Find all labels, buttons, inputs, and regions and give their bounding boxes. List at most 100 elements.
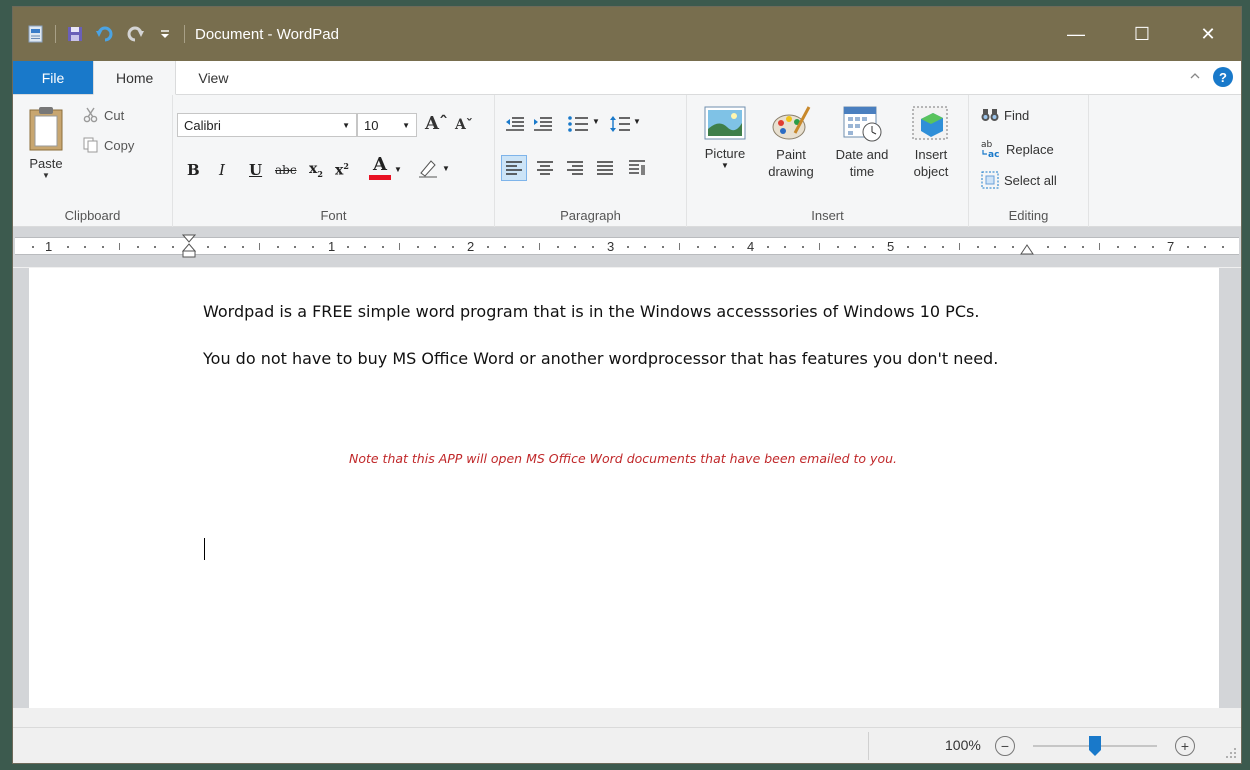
right-indent-marker[interactable] [1020, 244, 1034, 256]
subscript-icon[interactable]: x2 [309, 161, 323, 179]
insert-object-button[interactable]: Insert object [901, 103, 961, 180]
left-indent-marker[interactable] [182, 234, 196, 258]
font-size-select[interactable]: 10 ▼ [357, 113, 417, 137]
copy-icon [83, 137, 98, 153]
minimize-ribbon-chevron-icon[interactable] [1189, 70, 1201, 85]
align-right-icon[interactable] [567, 161, 583, 175]
ruler-label: 3 [607, 239, 615, 254]
ruler-dot [661, 246, 664, 248]
document-paragraph: Wordpad is a FREE simple word program th… [203, 302, 980, 321]
zoom-slider[interactable] [1033, 736, 1157, 756]
replace-button[interactable]: ab ac Replace [981, 139, 1054, 159]
ruler-dot [154, 246, 156, 248]
zoom-in-button[interactable]: + [1175, 736, 1195, 756]
ruler-tick [119, 243, 120, 250]
shrink-font-icon[interactable]: Aˇ [455, 117, 473, 133]
ruler-dot [364, 246, 366, 248]
ruler[interactable]: 1 1 2 3 4 5 7 [15, 234, 1239, 258]
text-cursor [204, 538, 205, 560]
font-group-label: Font [320, 208, 347, 223]
zoom-slider-thumb[interactable] [1089, 736, 1101, 756]
bullet-list-dropdown-icon[interactable]: ▼ [592, 117, 600, 126]
cut-label: Cut [104, 107, 125, 123]
font-group: Calibri ▼ 10 ▼ Aˆ Aˇ B I U abc x2 x2 A ▼ [173, 95, 495, 227]
title-bar: Document - WordPad — ☐ ✕ [13, 7, 1241, 61]
zoom-out-button[interactable]: − [995, 736, 1015, 756]
strikethrough-icon[interactable]: abc [275, 163, 297, 177]
insert-group: Picture ▼ Paint drawing Date and time In… [687, 95, 969, 227]
text-color-icon: A [369, 155, 391, 180]
ruler-label: 7 [1167, 239, 1175, 254]
text-color-button[interactable]: A ▼ [369, 155, 402, 180]
copy-button[interactable]: Copy [83, 137, 134, 153]
line-spacing-dropdown-icon[interactable]: ▼ [633, 117, 641, 126]
ruler-tick [819, 243, 820, 250]
justify-icon[interactable] [597, 161, 613, 175]
ruler-dot [714, 246, 716, 248]
window-title: Document - WordPad [195, 25, 339, 43]
increase-indent-icon[interactable] [533, 115, 553, 133]
picture-button[interactable]: Picture ▼ [695, 103, 755, 170]
decrease-indent-icon[interactable] [505, 115, 525, 133]
italic-icon[interactable]: I [219, 161, 225, 179]
minimize-button[interactable]: — [1043, 7, 1109, 61]
ruler-dot [906, 246, 909, 248]
help-icon[interactable]: ? [1213, 67, 1233, 87]
ruler-dot [1151, 246, 1154, 248]
replace-label: Replace [1006, 141, 1054, 157]
ruler-dot [434, 246, 436, 248]
paste-button[interactable]: Paste ▼ [23, 105, 69, 191]
customize-qat-chevron-icon[interactable] [154, 23, 176, 45]
ruler-dot [31, 246, 34, 248]
bold-icon[interactable]: B [187, 161, 200, 179]
tab-home[interactable]: Home [93, 61, 177, 95]
close-button[interactable]: ✕ [1175, 7, 1241, 61]
ruler-dot [136, 246, 139, 248]
status-separator [868, 732, 869, 760]
document-page[interactable]: Wordpad is a FREE simple word program th… [29, 268, 1219, 708]
window-controls: — ☐ ✕ [1043, 7, 1241, 61]
save-icon[interactable] [64, 23, 86, 45]
grow-font-icon[interactable]: Aˆ [425, 113, 448, 134]
ruler-dot [854, 246, 856, 248]
align-left-button[interactable] [501, 155, 527, 181]
line-spacing-icon[interactable] [609, 115, 631, 133]
maximize-button[interactable]: ☐ [1109, 7, 1175, 61]
paint-drawing-button[interactable]: Paint drawing [759, 103, 823, 180]
highlight-button[interactable]: ▼ [417, 157, 450, 179]
font-family-value: Calibri [184, 117, 221, 133]
highlighter-icon [419, 160, 437, 178]
ruler-tick [959, 243, 960, 250]
document-body[interactable]: Wordpad is a FREE simple word program th… [203, 296, 1063, 390]
select-all-button[interactable]: Select all [981, 171, 1057, 189]
ruler-dot [416, 246, 419, 248]
paint-drawing-label-1: Paint [776, 147, 806, 162]
superscript-icon[interactable]: x2 [335, 161, 349, 179]
ruler-dot [101, 246, 104, 248]
paint-palette-icon [772, 106, 811, 140]
tab-view[interactable]: View [176, 61, 250, 94]
editing-group: Find ab ac Replace Select all Editing [969, 95, 1089, 227]
ruler-dot [696, 246, 699, 248]
qat-separator [55, 25, 56, 43]
redo-icon[interactable] [124, 23, 146, 45]
svg-text:ab: ab [981, 140, 993, 150]
ruler-dot [381, 246, 384, 248]
resize-grip-icon[interactable] [1225, 747, 1237, 759]
picture-label: Picture [704, 146, 746, 161]
paragraph-settings-icon[interactable] [629, 160, 647, 176]
date-time-button[interactable]: Date and time [827, 103, 897, 180]
paste-icon [29, 107, 63, 151]
tab-file[interactable]: File [13, 61, 93, 94]
undo-icon[interactable] [94, 23, 116, 45]
underline-icon[interactable]: U [249, 161, 262, 179]
bullet-list-icon[interactable] [567, 115, 589, 133]
align-center-icon[interactable] [537, 161, 553, 175]
zoom-level: 100% [945, 737, 981, 753]
ruler-dot [451, 246, 454, 248]
cut-button[interactable]: Cut [83, 107, 124, 123]
app-icon[interactable] [25, 23, 47, 45]
find-button[interactable]: Find [981, 107, 1029, 123]
ruler-dot [346, 246, 349, 248]
font-family-select[interactable]: Calibri ▼ [177, 113, 357, 137]
